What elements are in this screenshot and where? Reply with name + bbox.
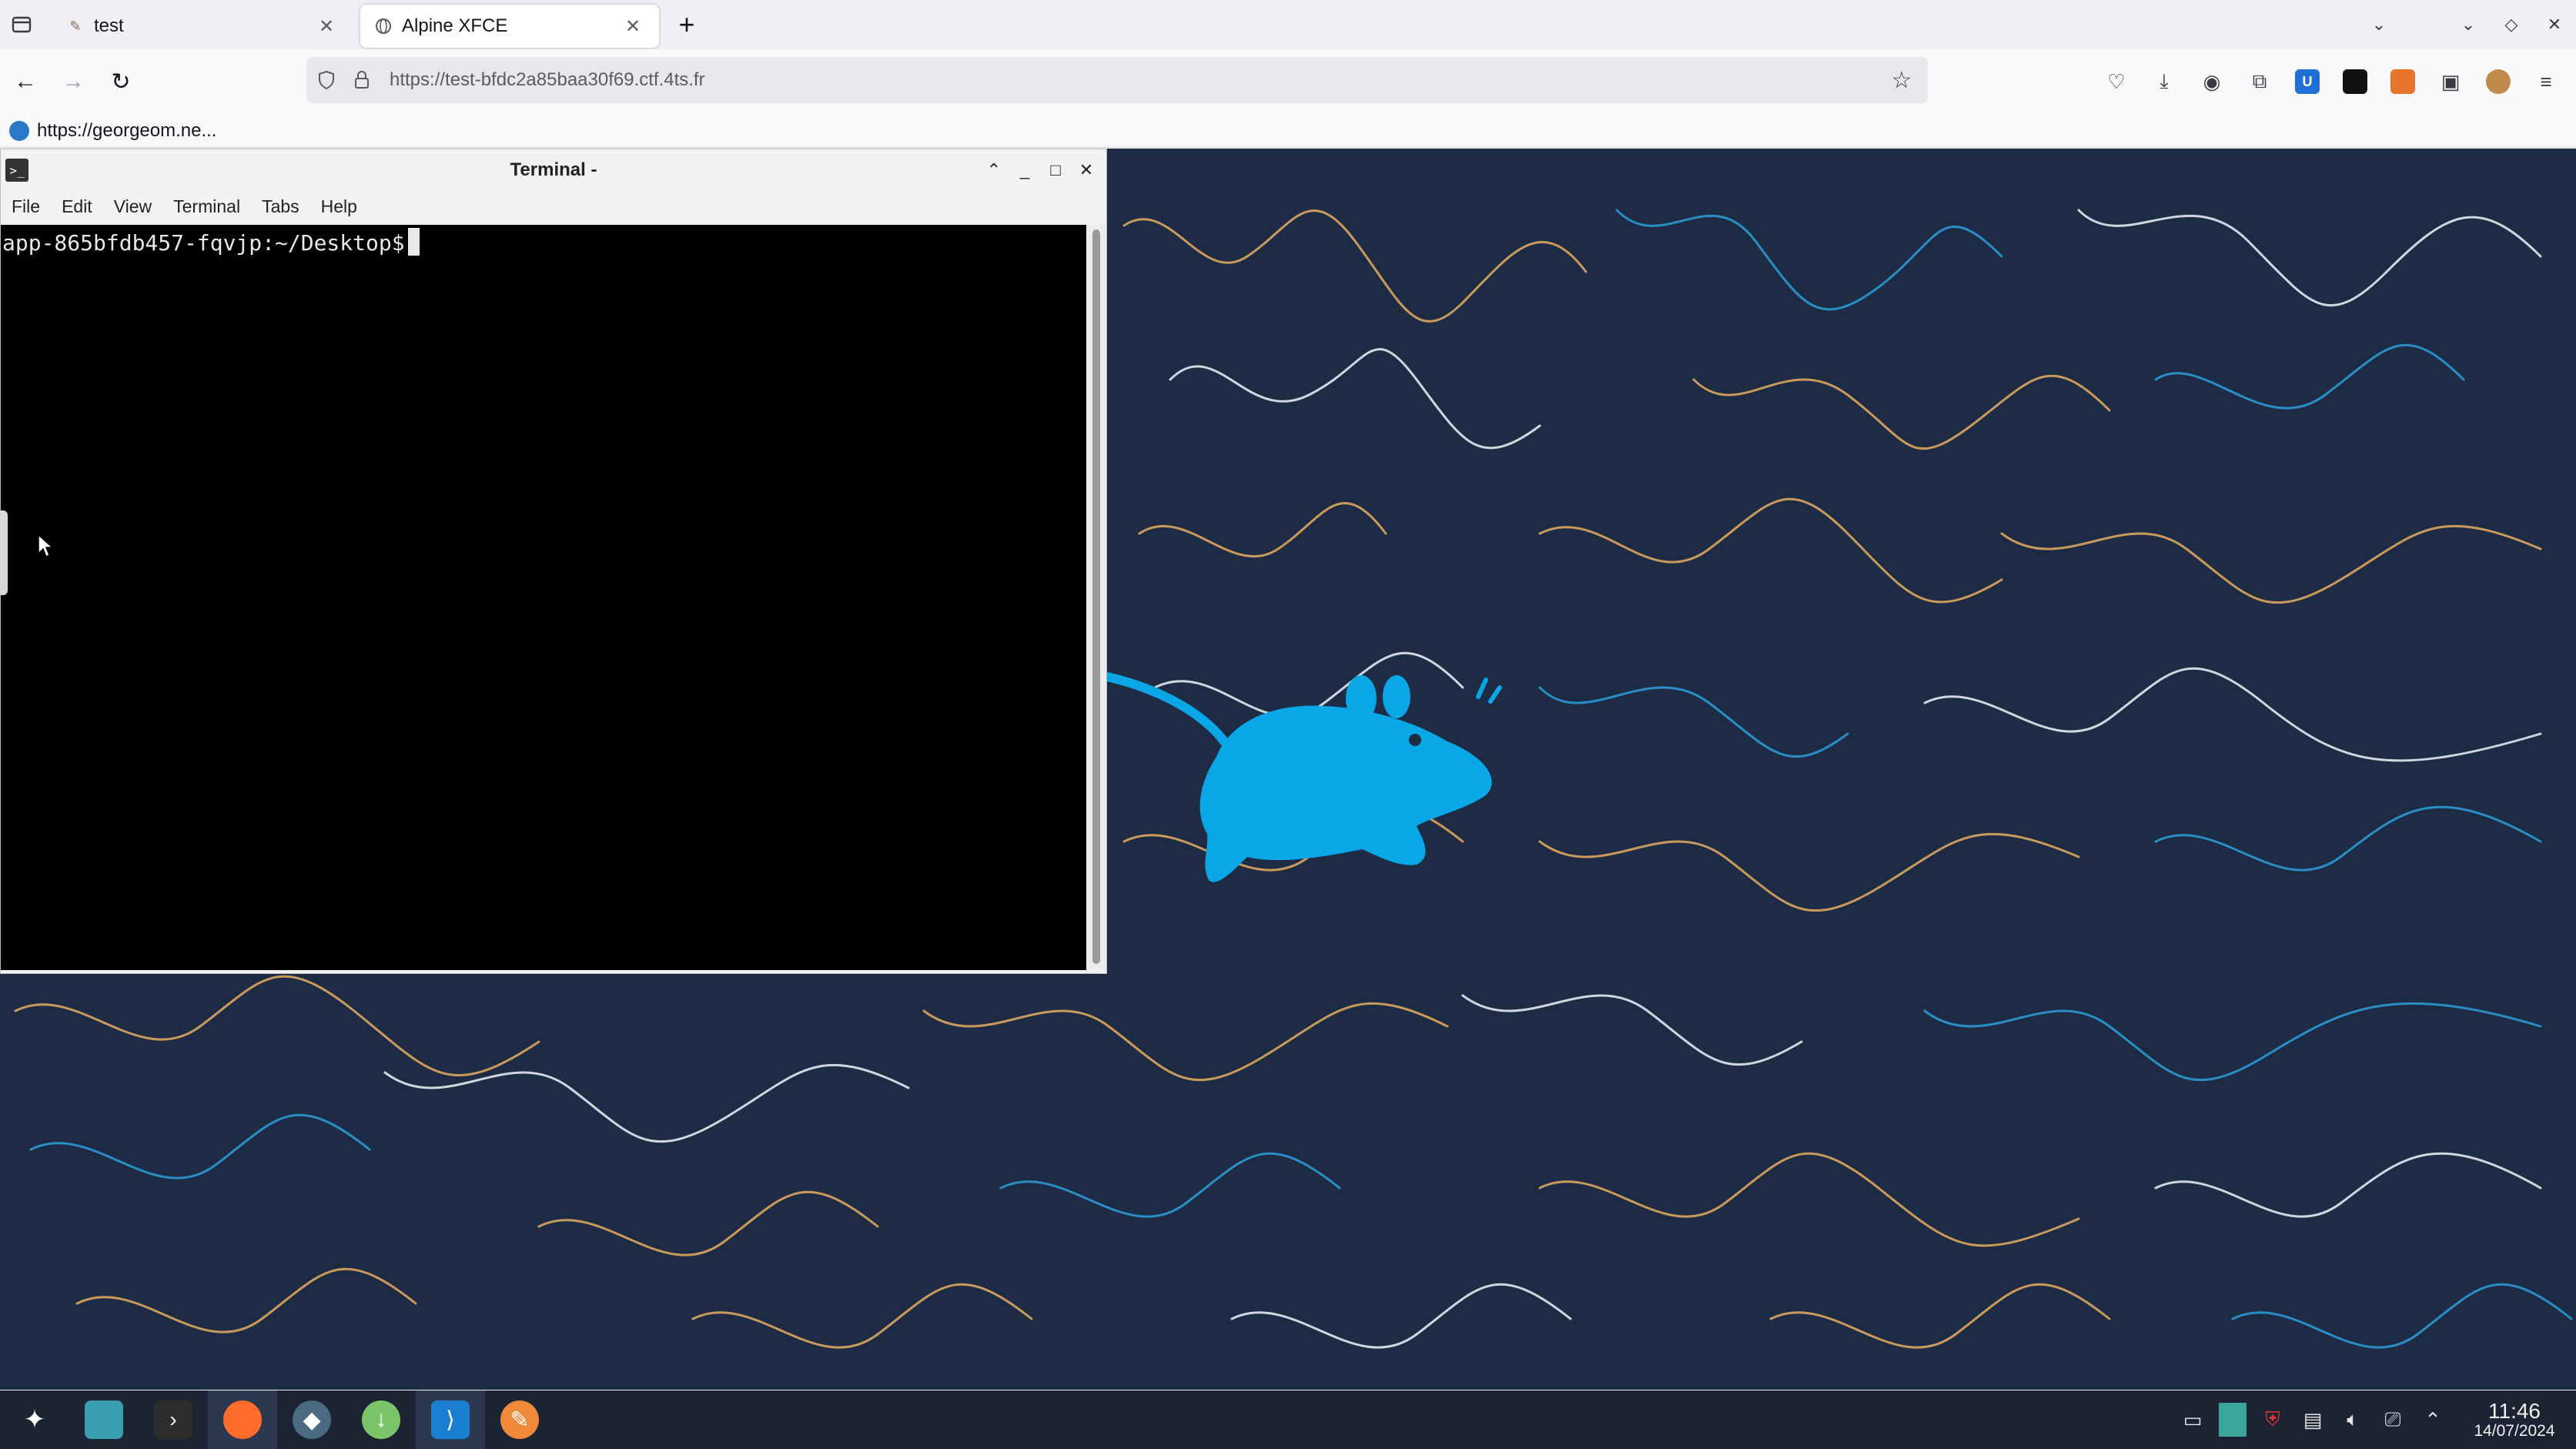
url-text[interactable]: https://test-bfdc2a85baa30f69.ctf.4ts.fr [390,69,705,91]
tab-alpine-xfce[interactable]: Alpine XFCE ✕ [360,5,659,48]
terminal-app-icon[interactable]: >_ [5,159,28,182]
workspace-switcher-icon[interactable] [2213,1390,2253,1449]
downloads-icon[interactable]: ⤓ [2140,58,2188,105]
terminal-titlebar[interactable]: >_ Terminal - ⌃ _ □ ✕ [1,149,1106,191]
terminal-scrollbar[interactable] [1086,225,1106,970]
download-manager-launcher[interactable]: ↓ [346,1390,416,1449]
account-icon[interactable]: ◉ [2188,58,2236,105]
volume-icon[interactable]: 🔈︎ [2333,1390,2373,1449]
shield-icon[interactable] [311,65,342,95]
extension-box-icon[interactable]: ▣ [2427,58,2474,105]
app-launcher-circle[interactable]: ◆ [277,1390,346,1449]
clock-time: 11:46 [2488,1399,2541,1424]
navigation-toolbar: ← → ↻ https://test-bfdc2a85baa30f69.ctf.… [0,49,2576,114]
bookmark-star-icon[interactable]: ☆ [1886,65,1917,95]
text-cursor [407,228,420,256]
show-desktop-icon[interactable]: ▭ [2173,1390,2213,1449]
file-manager-launcher[interactable] [69,1390,139,1449]
extension-orange-icon[interactable] [2379,58,2427,105]
terminal-window-controls: ⌃ _ □ ✕ [979,149,1102,191]
download-icon: ↓ [362,1400,400,1439]
forward-icon[interactable]: → [49,58,97,105]
url-bar[interactable]: https://test-bfdc2a85baa30f69.ctf.4ts.fr… [306,57,1928,103]
clock-date: 14/07/2024 [2474,1421,2555,1440]
bookmark-favicon-icon [9,120,29,141]
firefox-launcher[interactable] [208,1390,277,1449]
prompt-text: app-865bfdb457-fqvjp:~/Desktop$ [2,230,405,256]
terminal-icon: › [154,1400,192,1439]
firefox-icon [223,1400,262,1439]
mouse-pointer-icon [38,534,54,558]
bookmark-item[interactable]: https://georgeom.ne... [37,120,216,142]
tab-close-icon[interactable]: ✕ [621,14,645,38]
xfce-menu-icon: ✦ [23,1405,46,1434]
maximize-icon[interactable]: □ [1040,155,1071,186]
xfce-panel: ✦ › ◆ ↓ ⟩ ✎ ▭ ⛨ ▤ 🔈︎ ⎚ ⌃ 11:46 14/07/202… [0,1390,2576,1449]
tab-close-icon[interactable]: ✕ [314,14,339,38]
shade-icon[interactable]: ⌃ [979,155,1009,186]
remote-desktop[interactable]: >_ Terminal - ⌃ _ □ ✕ File Edit View Ter… [0,149,2576,1390]
list-all-tabs-icon[interactable]: ⌄ [2357,0,2400,49]
folder-icon [85,1400,123,1439]
back-icon[interactable]: ← [2,58,49,105]
extension-blue-icon[interactable]: U [2283,58,2331,105]
close-window-icon[interactable]: ✕ [2533,0,2576,49]
tab-title: Alpine XFCE [402,15,508,36]
menu-icon[interactable]: ≡ [2522,58,2570,105]
extension-dark-icon[interactable] [2331,58,2379,105]
terminal-menubar: File Edit View Terminal Tabs Help [1,191,1106,222]
tab-favicon-icon [374,17,393,35]
minimize-icon[interactable]: ⌄ [2447,0,2490,49]
menu-view[interactable]: View [103,196,162,217]
scrollbar-thumb[interactable] [1092,229,1100,964]
menu-edit[interactable]: Edit [51,196,103,217]
cookie-extension-icon[interactable] [2474,58,2522,105]
new-tab-button[interactable]: + [665,3,708,46]
vpn-shield-icon: ◆ [293,1400,331,1439]
editor-launcher[interactable]: ✎ [485,1390,554,1449]
menu-help[interactable]: Help [310,196,368,217]
tab-test[interactable]: ✎ test ✕ [52,5,353,48]
clock[interactable]: 11:46 14/07/2024 [2461,1400,2568,1439]
toolbar-extensions: ♡ ⤓ ◉ ⧉ U ▣ ≡ [2093,49,2570,114]
menu-file[interactable]: File [1,196,51,217]
tab-title: test [94,15,124,36]
side-panel-handle[interactable] [0,510,8,595]
vscode-launcher[interactable]: ⟩ [416,1390,485,1449]
reload-icon[interactable]: ↻ [97,58,145,105]
terminal-output[interactable]: app-865bfdb457-fqvjp:~/Desktop$ [1,225,1086,970]
tab-list-icon[interactable] [0,0,43,49]
extensions-icon[interactable]: ⧉ [2236,58,2283,105]
tab-favicon-icon: ✎ [69,18,82,34]
terminal-window[interactable]: >_ Terminal - ⌃ _ □ ✕ File Edit View Ter… [0,149,1107,974]
network-icon[interactable]: ⎚ [2373,1390,2413,1449]
pocket-icon[interactable]: ♡ [2093,58,2140,105]
terminal-prompt-line: app-865bfdb457-fqvjp:~/Desktop$ [2,228,420,256]
minimize-icon[interactable]: _ [1009,155,1040,186]
terminal-title: Terminal - [510,159,597,180]
bookmarks-toolbar: https://georgeom.ne... [0,114,2576,148]
pen-icon: ✎ [500,1400,539,1439]
restore-icon[interactable]: ◇ [2490,0,2533,49]
browser-tab-strip: ✎ test ✕ Alpine XFCE ✕ + ⌄ ⌄ ◇ ✕ [0,0,2576,49]
clipboard-icon[interactable]: ▤ [2293,1390,2333,1449]
terminal-launcher[interactable]: › [139,1390,208,1449]
vscode-icon: ⟩ [431,1400,470,1439]
menu-tabs[interactable]: Tabs [251,196,310,217]
applications-menu-button[interactable]: ✦ [0,1390,69,1449]
system-tray: ▭ ⛨ ▤ 🔈︎ ⎚ ⌃ 11:46 14/07/2024 [2173,1390,2568,1449]
menu-terminal[interactable]: Terminal [162,196,251,217]
window-controls: ⌄ ⌄ ◇ ✕ [2357,0,2576,49]
close-icon[interactable]: ✕ [1071,155,1102,186]
tray-expand-icon[interactable]: ⌃ [2413,1390,2453,1449]
security-shield-icon[interactable]: ⛨ [2253,1390,2293,1449]
lock-icon[interactable] [346,65,377,95]
